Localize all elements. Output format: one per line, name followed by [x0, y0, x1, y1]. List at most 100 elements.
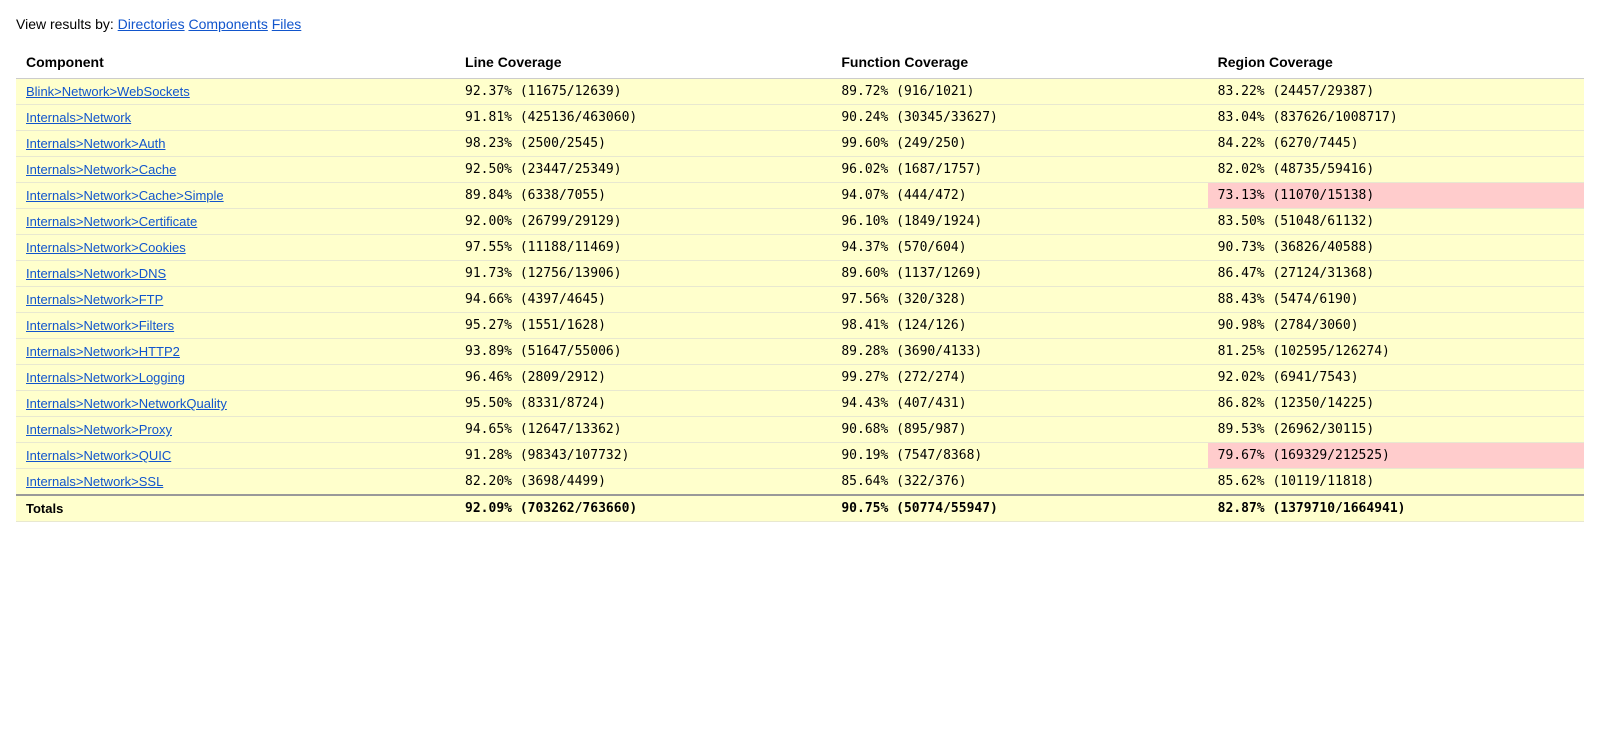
cell-function-coverage: 99.27% (272/274): [831, 365, 1207, 391]
component-link[interactable]: Internals>Network>Proxy: [26, 422, 172, 437]
cell-region-coverage: 89.53% (26962/30115): [1208, 417, 1584, 443]
component-link[interactable]: Internals>Network: [26, 110, 131, 125]
cell-region-coverage: 73.13% (11070/15138): [1208, 183, 1584, 209]
cell-function-coverage: 98.41% (124/126): [831, 313, 1207, 339]
table-row: Internals>Network>Cookies 97.55% (11188/1…: [16, 235, 1584, 261]
component-link[interactable]: Internals>Network>Certificate: [26, 214, 197, 229]
table-row: Internals>Network>QUIC 91.28% (98343/1077…: [16, 443, 1584, 469]
components-link[interactable]: Components: [188, 16, 267, 32]
table-row: Internals>Network>Certificate92.00% (267…: [16, 209, 1584, 235]
cell-region-coverage: 84.22% (6270/7445): [1208, 131, 1584, 157]
cell-line-coverage: 89.84% (6338/7055): [455, 183, 831, 209]
cell-component: Internals>Network>DNS: [16, 261, 455, 287]
table-row: Internals>Network>Filters 95.27% (1551/16…: [16, 313, 1584, 339]
table-row: Internals>Network 91.81% (425136/463060)9…: [16, 105, 1584, 131]
cell-component: Internals>Network>Cache: [16, 157, 455, 183]
component-link[interactable]: Internals>Network>DNS: [26, 266, 166, 281]
cell-function-coverage: 94.43% (407/431): [831, 391, 1207, 417]
cell-region-coverage: 79.67% (169329/212525): [1208, 443, 1584, 469]
table-row: Internals>Network>SSL82.20% (3698/4499)8…: [16, 469, 1584, 496]
cell-component: Internals>Network>NetworkQuality: [16, 391, 455, 417]
cell-function-coverage: 89.28% (3690/4133): [831, 339, 1207, 365]
cell-function-coverage: 90.68% (895/987): [831, 417, 1207, 443]
component-link[interactable]: Internals>Network>Logging: [26, 370, 185, 385]
cell-component: Internals>Network>QUIC: [16, 443, 455, 469]
cell-function-coverage: 94.37% (570/604): [831, 235, 1207, 261]
cell-function-coverage: 96.02% (1687/1757): [831, 157, 1207, 183]
cell-region-coverage: 88.43% (5474/6190): [1208, 287, 1584, 313]
component-link[interactable]: Internals>Network>FTP: [26, 292, 163, 307]
cell-function-coverage: 97.56% (320/328): [831, 287, 1207, 313]
cell-line-coverage: 92.50% (23447/25349): [455, 157, 831, 183]
view-results-bar: View results by: Directories Components …: [16, 16, 1584, 32]
table-row: Internals>Network>Cache>Simple 89.84% (63…: [16, 183, 1584, 209]
header-function-coverage: Function Coverage: [831, 46, 1207, 79]
cell-component: Internals>Network>Cookies: [16, 235, 455, 261]
header-line-coverage: Line Coverage: [455, 46, 831, 79]
cell-region-coverage: 85.62% (10119/11818): [1208, 469, 1584, 496]
totals-function: 90.75% (50774/55947): [831, 495, 1207, 522]
component-link[interactable]: Internals>Network>Auth: [26, 136, 165, 151]
component-link[interactable]: Internals>Network>Cache: [26, 162, 176, 177]
cell-component: Internals>Network>SSL: [16, 469, 455, 496]
component-link[interactable]: Internals>Network>Filters: [26, 318, 174, 333]
cell-line-coverage: 94.65% (12647/13362): [455, 417, 831, 443]
cell-region-coverage: 83.04% (837626/1008717): [1208, 105, 1584, 131]
cell-line-coverage: 96.46% (2809/2912): [455, 365, 831, 391]
directories-link[interactable]: Directories: [118, 16, 185, 32]
cell-line-coverage: 91.81% (425136/463060): [455, 105, 831, 131]
cell-line-coverage: 93.89% (51647/55006): [455, 339, 831, 365]
component-link[interactable]: Blink>Network>WebSockets: [26, 84, 190, 99]
cell-line-coverage: 91.28% (98343/107732): [455, 443, 831, 469]
table-row: Internals>Network>FTP 94.66% (4397/4645)9…: [16, 287, 1584, 313]
cell-region-coverage: 90.98% (2784/3060): [1208, 313, 1584, 339]
cell-region-coverage: 81.25% (102595/126274): [1208, 339, 1584, 365]
cell-line-coverage: 95.27% (1551/1628): [455, 313, 831, 339]
cell-function-coverage: 85.64% (322/376): [831, 469, 1207, 496]
cell-function-coverage: 99.60% (249/250): [831, 131, 1207, 157]
cell-component: Internals>Network>Certificate: [16, 209, 455, 235]
cell-line-coverage: 98.23% (2500/2545): [455, 131, 831, 157]
component-link[interactable]: Internals>Network>QUIC: [26, 448, 171, 463]
component-link[interactable]: Internals>Network>HTTP2: [26, 344, 180, 359]
cell-component: Internals>Network>Logging: [16, 365, 455, 391]
cell-line-coverage: 94.66% (4397/4645): [455, 287, 831, 313]
cell-region-coverage: 82.02% (48735/59416): [1208, 157, 1584, 183]
files-link[interactable]: Files: [272, 16, 302, 32]
table-row: Internals>Network>Auth 98.23% (2500/2545)…: [16, 131, 1584, 157]
cell-component: Internals>Network>Proxy: [16, 417, 455, 443]
header-region-coverage: Region Coverage: [1208, 46, 1584, 79]
cell-component: Blink>Network>WebSockets: [16, 79, 455, 105]
cell-component: Internals>Network>HTTP2: [16, 339, 455, 365]
totals-line: 92.09% (703262/763660): [455, 495, 831, 522]
cell-line-coverage: 97.55% (11188/11469): [455, 235, 831, 261]
cell-region-coverage: 83.50% (51048/61132): [1208, 209, 1584, 235]
cell-line-coverage: 91.73% (12756/13906): [455, 261, 831, 287]
cell-function-coverage: 89.60% (1137/1269): [831, 261, 1207, 287]
component-link[interactable]: Internals>Network>Cache>Simple: [26, 188, 224, 203]
table-header-row: Component Line Coverage Function Coverag…: [16, 46, 1584, 79]
table-row: Internals>Network>DNS 91.73% (12756/13906…: [16, 261, 1584, 287]
cell-function-coverage: 90.24% (30345/33627): [831, 105, 1207, 131]
cell-component: Internals>Network>FTP: [16, 287, 455, 313]
totals-region: 82.87% (1379710/1664941): [1208, 495, 1584, 522]
component-link[interactable]: Internals>Network>Cookies: [26, 240, 186, 255]
table-row: Internals>Network>NetworkQuality 95.50% (…: [16, 391, 1584, 417]
totals-row: Totals92.09% (703262/763660)90.75% (5077…: [16, 495, 1584, 522]
cell-function-coverage: 90.19% (7547/8368): [831, 443, 1207, 469]
cell-function-coverage: 89.72% (916/1021): [831, 79, 1207, 105]
view-results-label: View results by:: [16, 16, 118, 32]
table-row: Internals>Network>Logging 96.46% (2809/29…: [16, 365, 1584, 391]
cell-region-coverage: 83.22% (24457/29387): [1208, 79, 1584, 105]
cell-region-coverage: 86.47% (27124/31368): [1208, 261, 1584, 287]
cell-region-coverage: 90.73% (36826/40588): [1208, 235, 1584, 261]
component-link[interactable]: Internals>Network>NetworkQuality: [26, 396, 227, 411]
table-row: Internals>Network>Cache 92.50% (23447/253…: [16, 157, 1584, 183]
cell-line-coverage: 95.50% (8331/8724): [455, 391, 831, 417]
cell-component: Internals>Network>Cache>Simple: [16, 183, 455, 209]
coverage-table: Component Line Coverage Function Coverag…: [16, 46, 1584, 522]
header-component: Component: [16, 46, 455, 79]
component-link[interactable]: Internals>Network>SSL: [26, 474, 163, 489]
cell-line-coverage: 82.20% (3698/4499): [455, 469, 831, 496]
cell-component: Internals>Network>Filters: [16, 313, 455, 339]
